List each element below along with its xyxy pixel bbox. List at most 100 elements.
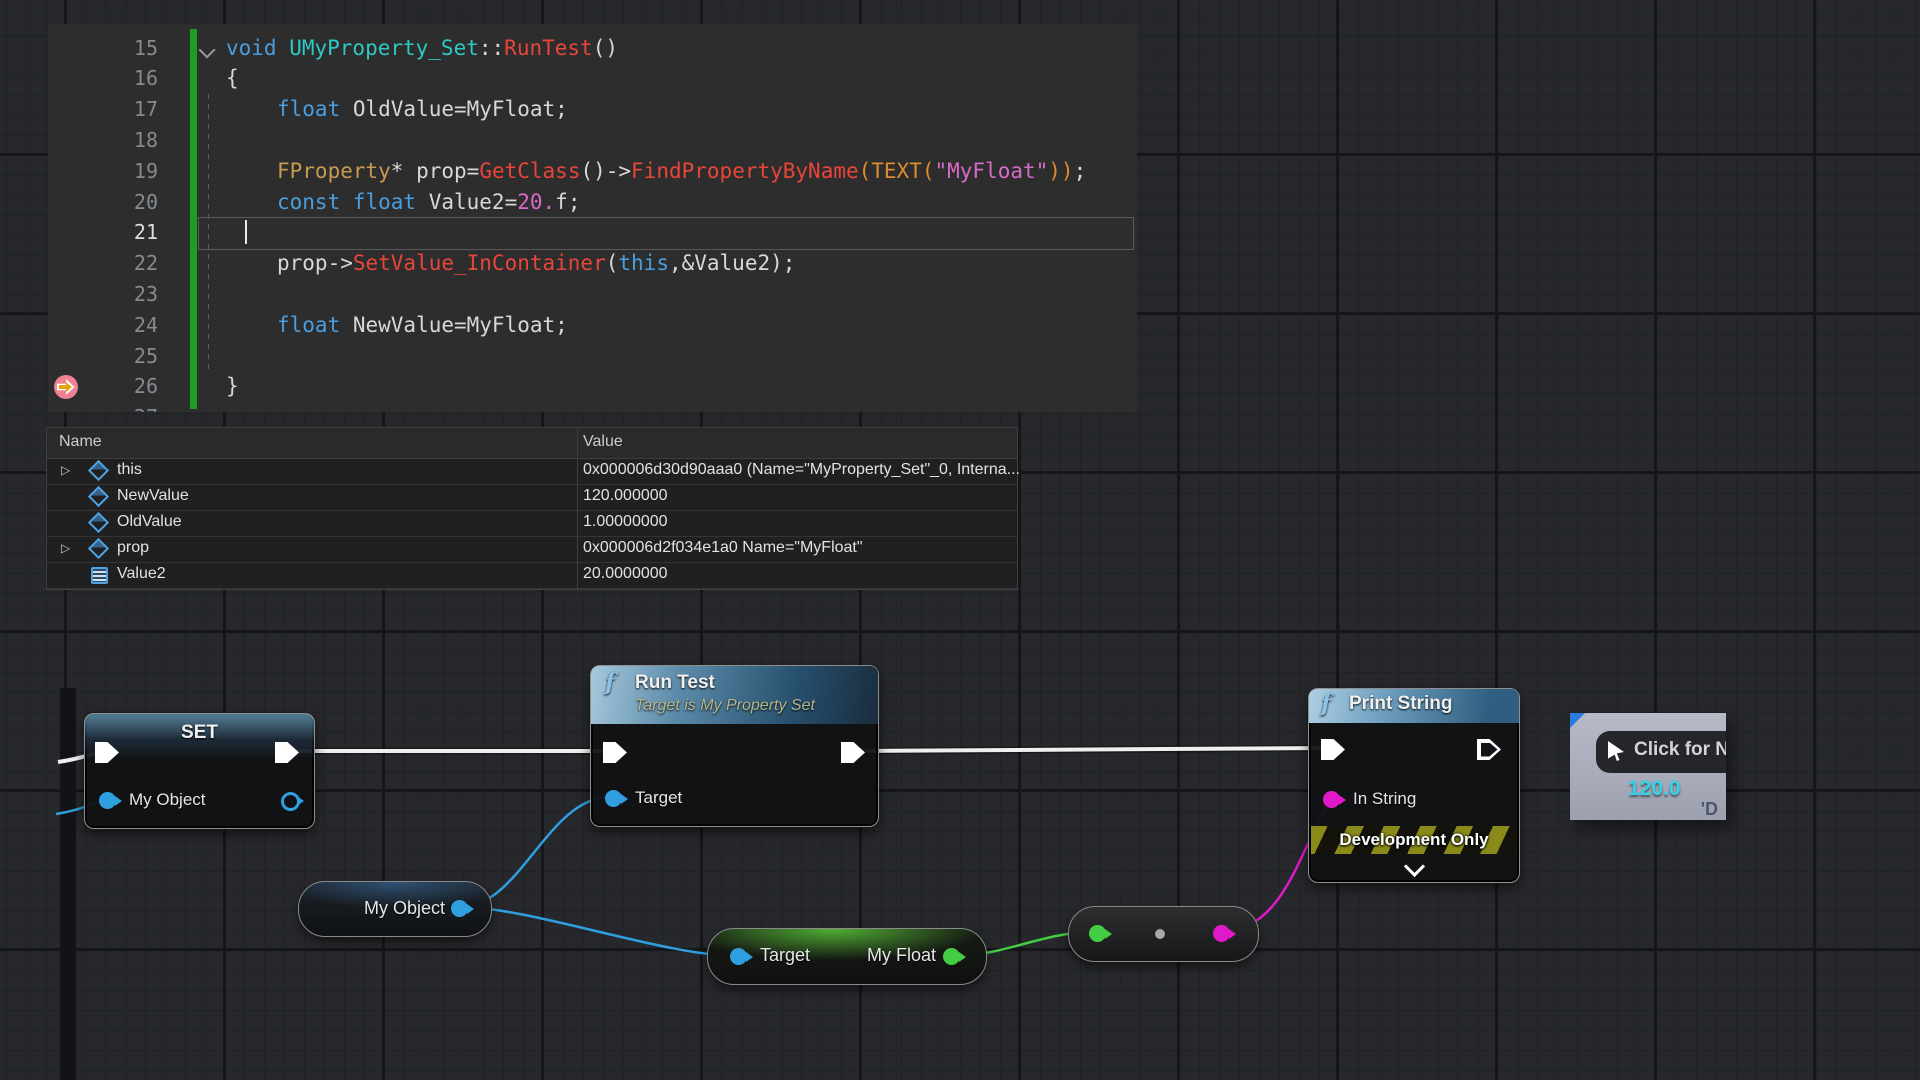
to-string-output-pin[interactable] bbox=[1213, 925, 1230, 942]
code-line-15[interactable]: 15void UMyProperty_Set::RunTest() bbox=[48, 33, 1137, 64]
run-test-node-subtitle: Target is My Property Set bbox=[635, 697, 815, 715]
watch-name: Value2 bbox=[117, 565, 166, 583]
local-variable-icon bbox=[91, 567, 108, 584]
code-editor[interactable]: 15void UMyProperty_Set::RunTest()16{17fl… bbox=[48, 24, 1137, 412]
bubble-corner-fold bbox=[1570, 713, 1585, 728]
watch-row-Value2[interactable]: Value2 20.0000000 bbox=[47, 562, 1017, 589]
watch-name: prop bbox=[117, 539, 149, 557]
set-myobject-input-pin[interactable] bbox=[99, 792, 116, 809]
run-test-exec-out-pin[interactable] bbox=[841, 742, 865, 763]
line-number[interactable]: 19 bbox=[48, 156, 158, 187]
watch-value: 0x000006d30d90aaa0 (Name="MyProperty_Set… bbox=[583, 461, 1020, 479]
code-text: prop->SetValue_InContainer(this,&Value2)… bbox=[277, 248, 795, 279]
watch-row-NewValue[interactable]: NewValue 120.000000 bbox=[47, 484, 1017, 511]
member-variable-icon bbox=[88, 486, 109, 507]
execution-pointer-icon[interactable] bbox=[54, 375, 78, 399]
debug-watch-value: 120.0 bbox=[1628, 777, 1681, 801]
watch-value: 20.0000000 bbox=[583, 565, 668, 583]
code-line-25[interactable]: 25 bbox=[48, 341, 1137, 372]
watch-name: this bbox=[117, 461, 142, 479]
code-text: FProperty* prop=GetClass()->FindProperty… bbox=[277, 156, 1086, 187]
run-test-node-title: Run Test bbox=[635, 672, 715, 694]
expand-arrow-icon[interactable]: ▷ bbox=[61, 541, 70, 555]
my-float-target-pin[interactable] bbox=[730, 948, 747, 965]
line-number[interactable]: 16 bbox=[48, 63, 158, 94]
member-variable-icon bbox=[88, 460, 109, 481]
set-exec-out-pin[interactable] bbox=[275, 742, 299, 763]
member-variable-icon bbox=[88, 512, 109, 533]
development-only-banner: Development Only bbox=[1311, 826, 1517, 854]
watch-window[interactable]: Name Value ▷ this 0x000006d30d90aaa0 (Name… bbox=[46, 427, 1018, 590]
code-text: } bbox=[226, 371, 239, 402]
print-string-exec-in-pin[interactable] bbox=[1321, 739, 1345, 760]
change-tracking-bar bbox=[190, 29, 197, 409]
set-exec-in-pin[interactable] bbox=[95, 742, 119, 763]
line-number[interactable]: 17 bbox=[48, 94, 158, 125]
my-float-output-pin[interactable] bbox=[943, 948, 960, 965]
code-text: { bbox=[226, 63, 239, 94]
code-text: float NewValue=MyFloat; bbox=[277, 310, 568, 341]
object-wire-myobject-to-myfloat bbox=[461, 907, 737, 956]
watch-column-value[interactable]: Value bbox=[583, 433, 623, 451]
watch-column-divider[interactable] bbox=[577, 428, 578, 589]
run-test-target-pin[interactable] bbox=[605, 790, 622, 807]
blueprint-graph-canvas[interactable]: SET My Object f Run Test Target is My Pr… bbox=[0, 0, 1920, 1080]
line-number[interactable]: 20 bbox=[48, 187, 158, 218]
code-line-22[interactable]: 22 prop->SetValue_InContainer(this,&Value… bbox=[48, 248, 1137, 279]
watch-value: 1.00000000 bbox=[583, 513, 668, 531]
my-float-getter-node[interactable]: Target My Float bbox=[707, 928, 987, 985]
code-line-24[interactable]: 24 float NewValue=MyFloat; bbox=[48, 310, 1137, 341]
set-myobject-pin-label: My Object bbox=[129, 790, 206, 810]
print-string-instring-label: In String bbox=[1353, 789, 1416, 809]
set-object-output-pin[interactable] bbox=[281, 792, 300, 811]
code-line-16[interactable]: 16 { bbox=[48, 63, 1137, 94]
line-number[interactable]: 22 bbox=[48, 248, 158, 279]
expand-arrow-icon[interactable]: ▷ bbox=[61, 463, 70, 477]
bubble-clipped-text: 'D bbox=[1701, 799, 1718, 820]
code-line-20[interactable]: 20 const float Value2=20.f; bbox=[48, 187, 1137, 218]
print-string-node[interactable]: f Print String In String Development Onl… bbox=[1308, 688, 1520, 883]
line-number[interactable]: 24 bbox=[48, 310, 158, 341]
set-node[interactable]: SET My Object bbox=[84, 713, 315, 829]
code-line-17[interactable]: 17 float OldValue=MyFloat; bbox=[48, 94, 1137, 125]
function-icon: f bbox=[1321, 690, 1331, 717]
code-line-18[interactable]: 18 bbox=[48, 125, 1137, 156]
my-object-getter-node[interactable]: My Object bbox=[298, 881, 492, 937]
line-number[interactable]: 25 bbox=[48, 341, 158, 372]
code-line-19[interactable]: 19 FProperty* prop=GetClass()->FindProper… bbox=[48, 156, 1137, 187]
line-number[interactable]: 23 bbox=[48, 279, 158, 310]
run-test-target-label: Target bbox=[635, 788, 682, 808]
print-string-instring-pin[interactable] bbox=[1323, 791, 1340, 808]
fold-chevron-icon[interactable] bbox=[199, 41, 216, 58]
set-node-title: SET bbox=[85, 722, 314, 744]
member-variable-icon bbox=[88, 538, 109, 559]
code-line-21[interactable]: 21 bbox=[48, 217, 1137, 248]
debug-value-bubble[interactable]: Click for N 120.0 'D bbox=[1570, 713, 1726, 820]
code-text: const float Value2=20.f; bbox=[277, 187, 580, 218]
line-number[interactable]: 21 bbox=[48, 217, 158, 248]
watch-row-prop[interactable]: ▷prop0x000006d2f034e1a0 Name="MyFloat" bbox=[47, 536, 1017, 563]
watch-row-OldValue[interactable]: OldValue1.00000000 bbox=[47, 510, 1017, 537]
watch-column-name[interactable]: Name bbox=[59, 433, 102, 451]
code-text: float OldValue=MyFloat; bbox=[277, 94, 568, 125]
code-line-27[interactable]: 27 bbox=[48, 402, 1137, 412]
line-number[interactable]: 15 bbox=[48, 33, 158, 64]
to-string-conversion-node[interactable] bbox=[1068, 906, 1259, 962]
run-test-node[interactable]: f Run Test Target is My Property Set Tar… bbox=[590, 665, 879, 827]
run-test-exec-in-pin[interactable] bbox=[603, 742, 627, 763]
my-object-output-pin[interactable] bbox=[451, 900, 468, 917]
watch-value: 120.000000 bbox=[583, 487, 668, 505]
conversion-dot-icon bbox=[1155, 929, 1165, 939]
click-for-more-button[interactable]: Click for N bbox=[1596, 731, 1726, 773]
to-string-input-pin[interactable] bbox=[1089, 925, 1106, 942]
line-number[interactable]: 18 bbox=[48, 125, 158, 156]
line-number[interactable]: 27 bbox=[48, 402, 158, 412]
my-object-getter-label: My Object bbox=[364, 898, 445, 919]
code-line-26[interactable]: 26} bbox=[48, 371, 1137, 402]
code-line-23[interactable]: 23 bbox=[48, 279, 1137, 310]
watch-row-this[interactable]: ▷ this 0x000006d30d90aaa0 (Name="MyPropert… bbox=[47, 458, 1017, 485]
cursor-icon bbox=[1608, 741, 1624, 761]
print-string-exec-out-pin[interactable] bbox=[1477, 739, 1501, 760]
expand-chevron-icon[interactable] bbox=[1404, 856, 1425, 877]
watch-name: NewValue bbox=[117, 487, 189, 505]
